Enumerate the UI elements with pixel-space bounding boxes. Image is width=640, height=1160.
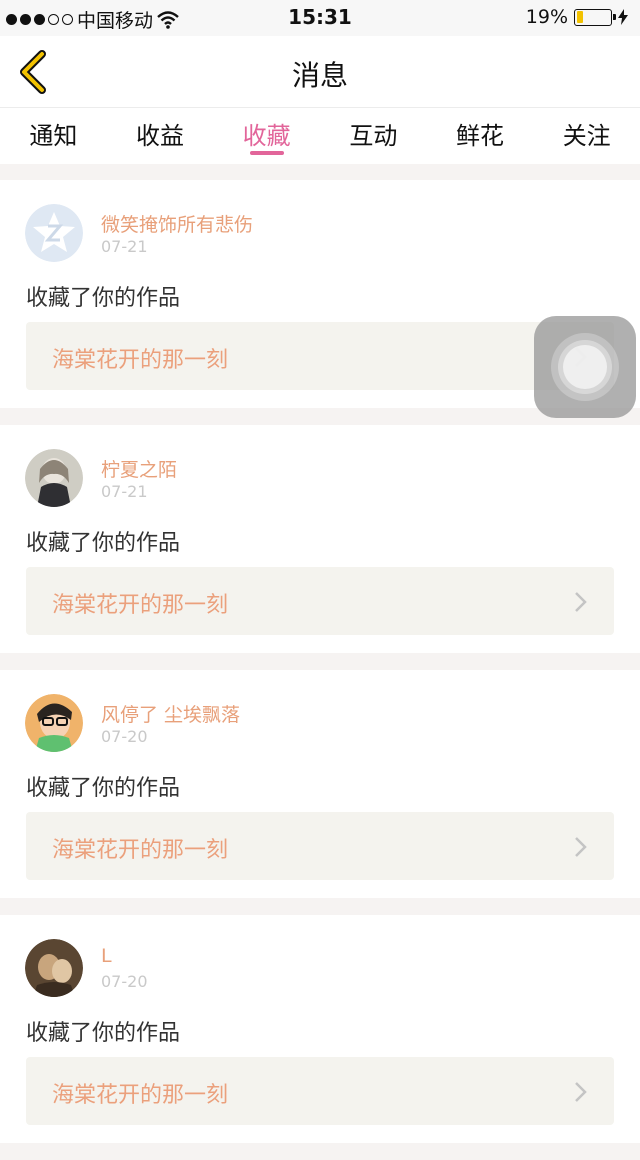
action-text: 收藏了你的作品 [26,531,181,556]
user-photo-icon [25,694,83,752]
avatar[interactable] [25,449,83,507]
list-item: L 07-20 收藏了你的作品 海棠花开的那一刻 [0,915,640,1143]
action-text: 收藏了你的作品 [26,286,181,311]
category-tabs: 通知 收益 收藏 互动 鲜花 关注 [0,108,640,164]
chevron-right-icon [575,1082,587,1102]
avatar[interactable] [25,694,83,752]
tab-flowers[interactable]: 鲜花 [427,108,534,164]
work-link[interactable]: 海棠花开的那一刻 [26,322,614,390]
work-title: 海棠花开的那一刻 [52,1083,229,1108]
message-date: 07-21 [101,237,148,256]
work-link[interactable]: 海棠花开的那一刻 [26,567,614,635]
work-title: 海棠花开的那一刻 [52,838,229,863]
tab-following[interactable]: 关注 [533,108,640,164]
tab-favorites[interactable]: 收藏 [213,108,320,164]
charging-bolt-icon [618,9,628,25]
tab-interactions[interactable]: 互动 [320,108,427,164]
battery-percent: 19% [525,6,568,28]
username[interactable]: 柠夏之陌 [101,455,177,482]
status-bar: 中国移动 15:31 19% [0,0,640,36]
work-title: 海棠花开的那一刻 [52,348,229,373]
tab-notifications[interactable]: 通知 [0,108,107,164]
list-item: 柠夏之陌 07-21 收藏了你的作品 海棠花开的那一刻 [0,425,640,653]
message-date: 07-21 [101,482,148,501]
work-link[interactable]: 海棠花开的那一刻 [26,812,614,880]
avatar[interactable] [25,204,83,262]
action-text: 收藏了你的作品 [26,776,181,801]
list-item: 风停了 尘埃飘落 07-20 收藏了你的作品 海棠花开的那一刻 [0,670,640,898]
chevron-right-icon [575,837,587,857]
user-photo-icon [25,939,83,997]
avatar[interactable] [25,939,83,997]
username[interactable]: L [101,945,112,967]
username[interactable]: 风停了 尘埃飘落 [101,700,240,727]
page-title: 消息 [291,59,348,92]
message-date: 07-20 [101,972,148,991]
work-title: 海棠花开的那一刻 [52,593,229,618]
battery-info: 19% [526,6,628,28]
action-text: 收藏了你的作品 [26,1021,181,1046]
chevron-right-icon [575,592,587,612]
message-date: 07-20 [101,727,148,746]
username[interactable]: 微笑掩饰所有悲伤 [101,210,253,237]
navigation-bar: 消息 [0,36,640,108]
user-photo-icon [25,449,83,507]
work-link[interactable]: 海棠花开的那一刻 [26,1057,614,1125]
battery-icon [574,8,616,26]
tab-earnings[interactable]: 收益 [107,108,214,164]
assistive-touch-button[interactable] [534,316,636,418]
default-avatar-icon [25,204,83,262]
